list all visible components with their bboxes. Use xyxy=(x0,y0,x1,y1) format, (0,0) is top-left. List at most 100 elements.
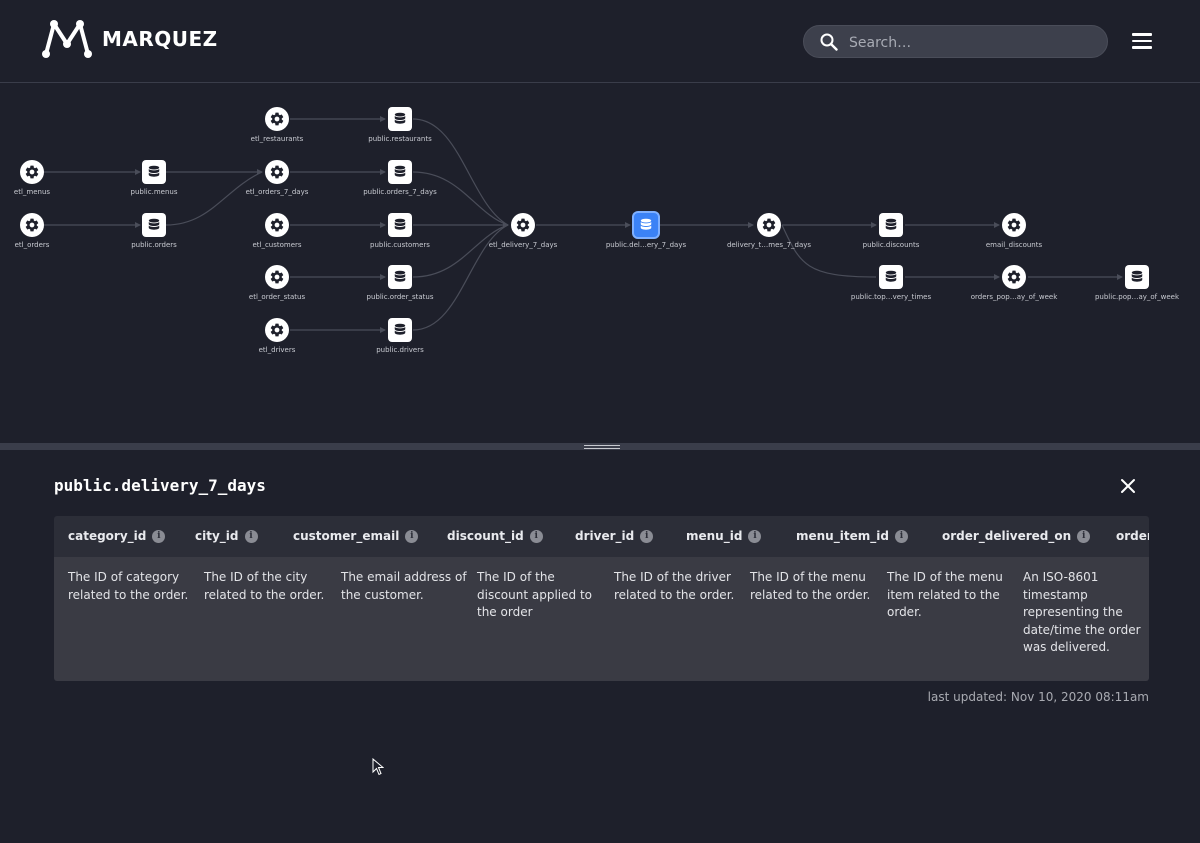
job-node[interactable] xyxy=(265,318,289,342)
database-icon xyxy=(879,213,903,237)
info-icon[interactable]: i xyxy=(1077,529,1091,543)
job-node[interactable] xyxy=(1002,213,1026,237)
close-icon[interactable] xyxy=(1119,477,1137,495)
mouse-cursor-icon xyxy=(372,758,384,776)
job-node[interactable] xyxy=(757,213,781,237)
node-label: etl_menus xyxy=(13,188,51,196)
gear-icon xyxy=(757,213,781,237)
column-header: customer_email i xyxy=(293,529,419,543)
column-name: city_id xyxy=(195,529,239,543)
info-icon[interactable]: i xyxy=(405,529,419,543)
column-name: customer_email xyxy=(293,529,400,543)
schema-table-header: category_id i city_id i customer_email i disco… xyxy=(54,516,1149,557)
node-label: etl_orders xyxy=(14,241,50,249)
job-node[interactable] xyxy=(511,213,535,237)
node-label: etl_customers xyxy=(252,241,302,249)
dataset-node[interactable] xyxy=(634,213,658,237)
node-label: public.drivers xyxy=(376,346,424,354)
column-description: An ISO-8601 timestamp representing the d… xyxy=(1023,570,1141,655)
node-label: public.discounts xyxy=(862,241,920,249)
column-name: order_ xyxy=(1116,529,1149,543)
schema-table-body: The ID of category related to the order.… xyxy=(54,557,1149,681)
database-icon xyxy=(634,213,658,237)
column-header: order_ xyxy=(1116,529,1149,543)
node-label: orders_pop…ay_of_week xyxy=(970,293,1058,301)
gear-icon xyxy=(265,318,289,342)
column-name: category_id xyxy=(68,529,147,543)
info-icon[interactable]: i xyxy=(152,529,166,543)
database-icon xyxy=(388,107,412,131)
node-label: public.pop…ay_of_week xyxy=(1094,293,1180,301)
job-node[interactable] xyxy=(265,213,289,237)
column-header: order_delivered_on i xyxy=(942,529,1091,543)
dataset-node[interactable] xyxy=(388,265,412,289)
app-header: MARQUEZ xyxy=(0,0,1200,83)
database-icon xyxy=(388,213,412,237)
database-icon xyxy=(388,265,412,289)
lineage-edges xyxy=(44,116,1123,333)
info-icon[interactable]: i xyxy=(529,529,543,543)
column-name: menu_item_id xyxy=(796,529,889,543)
resize-handle[interactable] xyxy=(584,445,620,449)
column-name: discount_id xyxy=(447,529,524,543)
job-node[interactable] xyxy=(265,265,289,289)
job-node[interactable] xyxy=(20,160,44,184)
gear-icon xyxy=(20,213,44,237)
column-name: menu_id xyxy=(686,529,743,543)
hamburger-menu-icon[interactable] xyxy=(1132,32,1152,50)
dataset-node[interactable] xyxy=(388,107,412,131)
column-description: The ID of the discount applied to the or… xyxy=(477,570,592,620)
job-node[interactable] xyxy=(265,107,289,131)
node-label: delivery_t…mes_7_days xyxy=(726,241,812,249)
search-input[interactable] xyxy=(847,26,1101,59)
node-label: email_discounts xyxy=(985,241,1043,249)
gear-icon xyxy=(1002,213,1026,237)
column-description: The email address of the customer. xyxy=(341,570,467,602)
column-name: driver_id xyxy=(575,529,635,543)
database-icon xyxy=(1125,265,1149,289)
info-icon[interactable]: i xyxy=(244,529,258,543)
column-description: The ID of the menu item related to the o… xyxy=(887,570,1003,620)
info-icon[interactable]: i xyxy=(894,529,908,543)
node-label: etl_orders_7_days xyxy=(245,188,309,196)
dataset-node[interactable] xyxy=(879,265,903,289)
search-bar[interactable] xyxy=(803,25,1108,59)
node-label: public.menus xyxy=(130,188,178,196)
column-header: category_id i xyxy=(68,529,166,543)
column-description: The ID of the driver related to the orde… xyxy=(614,570,735,602)
dataset-node[interactable] xyxy=(879,213,903,237)
info-icon[interactable]: i xyxy=(748,529,762,543)
gear-icon xyxy=(265,160,289,184)
node-label: etl_restaurants xyxy=(250,135,304,143)
dataset-node[interactable] xyxy=(1125,265,1149,289)
schema-table: category_id i city_id i customer_email i disco… xyxy=(54,516,1149,681)
dataset-node[interactable] xyxy=(388,160,412,184)
dataset-node[interactable] xyxy=(142,160,166,184)
job-node[interactable] xyxy=(20,213,44,237)
node-label: public.customers xyxy=(370,241,430,249)
marquez-logo[interactable]: MARQUEZ xyxy=(40,18,218,60)
column-header: city_id i xyxy=(195,529,258,543)
column-header: discount_id i xyxy=(447,529,543,543)
database-icon xyxy=(142,160,166,184)
dataset-node[interactable] xyxy=(388,213,412,237)
column-header: menu_id i xyxy=(686,529,762,543)
node-label: etl_delivery_7_days xyxy=(488,241,558,249)
gear-icon xyxy=(20,160,44,184)
gear-icon xyxy=(265,213,289,237)
job-node[interactable] xyxy=(1002,265,1026,289)
column-description: The ID of the menu related to the order. xyxy=(750,570,871,602)
marquez-logo-icon xyxy=(42,20,92,58)
node-label: etl_order_status xyxy=(248,293,306,301)
lineage-graph[interactable]: etl_restaurants public.restaurants etl_men… xyxy=(0,84,1200,444)
node-label: public.orders xyxy=(131,241,177,249)
dataset-node[interactable] xyxy=(388,318,412,342)
column-description: The ID of category related to the order. xyxy=(68,570,189,602)
database-icon xyxy=(142,213,166,237)
last-updated: last updated: Nov 10, 2020 08:11am xyxy=(927,690,1149,704)
info-icon[interactable]: i xyxy=(640,529,654,543)
database-icon xyxy=(388,160,412,184)
gear-icon xyxy=(265,107,289,131)
dataset-node[interactable] xyxy=(142,213,166,237)
job-node[interactable] xyxy=(265,160,289,184)
